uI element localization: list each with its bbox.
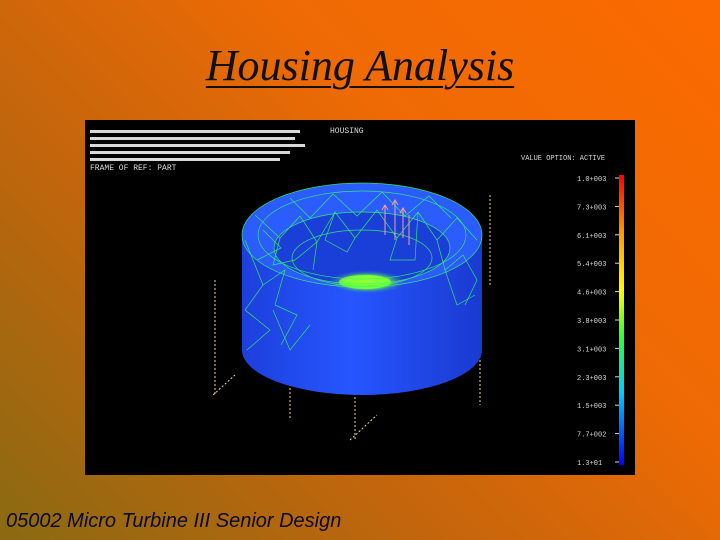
legend-value-3: 5.4+003	[577, 261, 606, 269]
legend-value-9: 7.7+002	[577, 432, 606, 440]
fea-render: FRAME OF REF: PART HOUSING VALUE OPTION:…	[90, 127, 624, 468]
legend-value-1: 7.3+003	[577, 204, 606, 212]
legend-value-10: 1.3+01	[577, 460, 602, 468]
legend-color-bar	[619, 175, 624, 465]
legend-value-2: 6.1+003	[577, 233, 606, 241]
fea-viewport: FRAME OF REF: PART HOUSING VALUE OPTION:…	[85, 120, 635, 475]
housing-model	[241, 182, 483, 395]
header-text-block	[90, 130, 305, 161]
legend-value-4: 4.6+003	[577, 290, 606, 298]
legend-value-6: 3.1+003	[577, 346, 606, 354]
legend-title: VALUE OPTION: ACTIVE	[521, 155, 605, 163]
legend-value-7: 2.3+003	[577, 375, 606, 383]
slide-title: Housing Analysis	[205, 41, 515, 90]
legend-value-8: 1.5+003	[577, 403, 606, 411]
frame-label: FRAME OF REF: PART	[90, 164, 177, 173]
slide-footer: 05002 Micro Turbine III Senior Design	[6, 510, 342, 532]
legend-value-5: 3.8+003	[577, 318, 606, 326]
model-label: HOUSING	[330, 127, 364, 136]
legend-value-0: 1.0+003	[577, 176, 606, 184]
legend-labels: 1.0+003 7.3+003 6.1+003 5.4+003 4.6+003 3.8+0…	[577, 176, 619, 468]
